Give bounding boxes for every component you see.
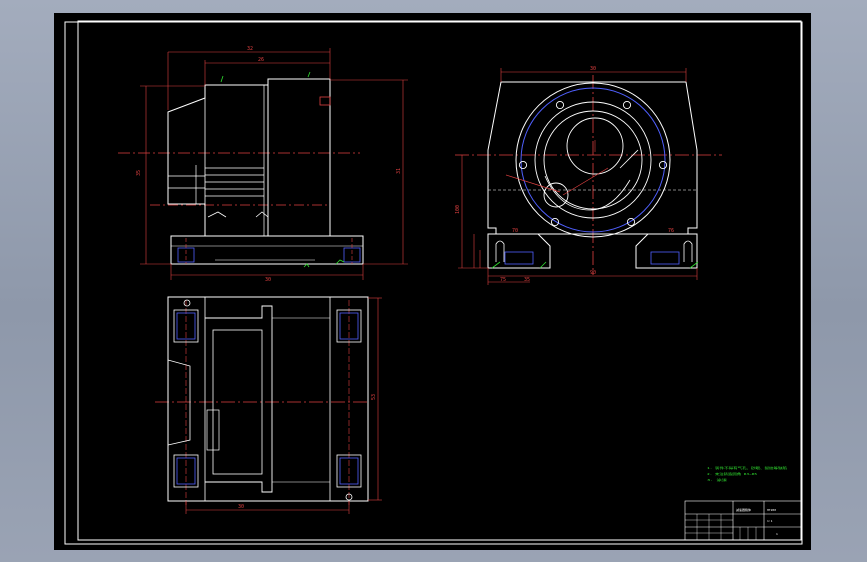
title-material: HT200 — [767, 508, 776, 512]
front-dim-foot-2: 76 — [668, 228, 674, 234]
plan-dim-bottom: 30 — [238, 504, 244, 510]
side-dim-top-2: 26 — [258, 57, 264, 63]
plan-dim-right: 53 — [371, 394, 377, 400]
front-dim-left: 100 — [455, 205, 461, 214]
front-dim-bottom-1: 90 — [590, 270, 596, 276]
side-dim-right: 31 — [396, 168, 402, 174]
note-line-3: 3. 涂漆 — [707, 477, 727, 482]
title-sheet: 1 — [776, 532, 778, 536]
cad-drawing: 32 26 35 31 30 30 100 70 76 90 75 35 53 … — [54, 13, 811, 550]
side-dim-bottom: 30 — [265, 277, 271, 283]
front-dim-foot-1: 70 — [512, 228, 518, 234]
note-line-2: 2. 未注铸造圆角 R3~R5 — [707, 471, 757, 476]
front-dim-bottom-2: 75 — [500, 277, 506, 283]
title-scale: 1:1 — [767, 519, 773, 523]
front-dim-top: 30 — [590, 66, 596, 72]
side-dim-left: 35 — [136, 170, 142, 176]
front-dim-bottom-3: 35 — [524, 277, 530, 283]
side-dim-top-1: 32 — [247, 46, 253, 52]
note-line-1: 1. 铸件不得有气孔、砂眼、裂纹等缺陷 — [707, 465, 787, 470]
title-part-name: 减速器箱体 — [736, 507, 751, 512]
